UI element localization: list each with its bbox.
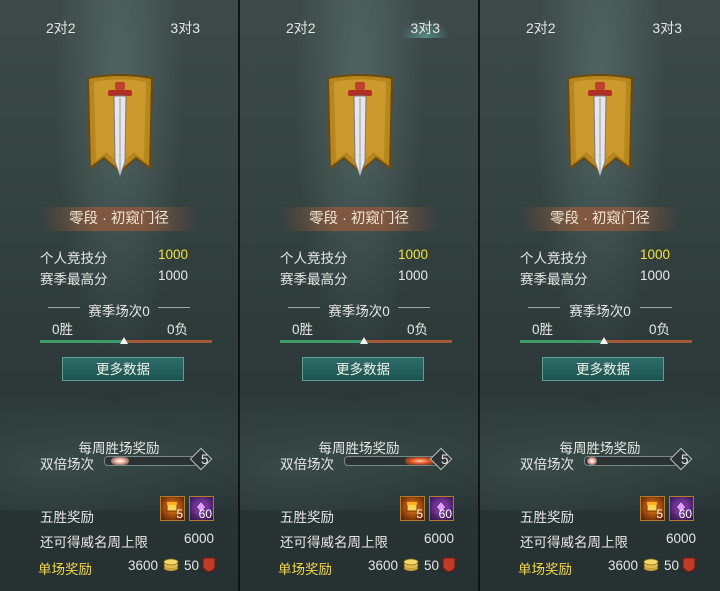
season-high-label: 赛季最高分 (280, 272, 348, 287)
double-matches-label: 双倍场次 (280, 457, 334, 472)
coin-stack-icon (163, 558, 179, 571)
double-matches-label: 双倍场次 (40, 457, 94, 472)
personal-score-value: 1000 (397, 247, 428, 262)
weekly-cap-value: 6000 (183, 531, 214, 546)
single-reward-value-1: 3600 (128, 558, 159, 573)
single-match-reward-label: 单场奖励 (278, 562, 332, 577)
wins-count: 0胜 (532, 322, 554, 337)
season-matches: 赛季场次0 (569, 304, 631, 319)
season-high-value: 1000 (157, 268, 188, 283)
personal-score-label: 个人竞技分 (280, 251, 348, 266)
mode-tabs: 2对2 3对3 (240, 0, 478, 46)
tab-3v3[interactable]: 3对3 (170, 18, 200, 38)
losses-count: 0负 (648, 322, 670, 337)
season-high-value: 1000 (397, 268, 428, 283)
single-reward-value-2: 50 (664, 558, 680, 573)
rank-banner-sword-icon (326, 74, 394, 178)
tab-2v2[interactable]: 2对2 (286, 18, 316, 38)
reward-item-purple[interactable]: 60 (189, 496, 214, 521)
reward-item-purple[interactable]: 60 (429, 496, 454, 521)
weekly-cap-value: 6000 (423, 531, 454, 546)
season-high-label: 赛季最高分 (40, 272, 108, 287)
more-data-button[interactable]: 更多数据 (542, 357, 664, 381)
personal-score-value: 1000 (157, 247, 188, 262)
personal-score-label: 个人竞技分 (40, 251, 108, 266)
reward-item-count: 60 (438, 507, 452, 521)
single-reward-value-2: 50 (184, 558, 200, 573)
five-win-reward-label: 五胜奖励 (40, 510, 94, 525)
season-matches: 赛季场次0 (328, 304, 390, 319)
arena-panel: 2对2 3对3 零段 · 初窥门径 个人竞技分 1000 赛季最高分 1000 … (0, 0, 240, 591)
rank-banner-sword-icon (566, 74, 634, 178)
arena-panel: 2对2 3对3 零段 · 初窥门径 个人竞技分 1000 赛季最高分 1000 … (240, 0, 480, 591)
reward-item-count: 5 (176, 507, 183, 521)
double-matches-count: 5 (441, 452, 449, 467)
reward-item-gold[interactable]: 5 (400, 496, 425, 521)
win-loss-marker (600, 337, 608, 344)
season-matches: 赛季场次0 (88, 304, 150, 319)
double-matches-bar (584, 456, 678, 466)
season-high-value: 1000 (639, 268, 670, 283)
double-bar-glow (587, 457, 597, 465)
tab-2v2[interactable]: 2对2 (46, 18, 76, 38)
double-matches-bar (104, 456, 198, 466)
losses-count: 0负 (406, 322, 428, 337)
double-matches-bar (344, 456, 438, 466)
double-bar-glow (111, 457, 129, 465)
mode-tabs: 2对2 3对3 (0, 0, 238, 46)
win-loss-marker (120, 337, 128, 344)
rank-title: 零段 · 初窥门径 (280, 207, 438, 231)
reward-item-purple[interactable]: 60 (669, 496, 694, 521)
coin-stack-icon (403, 558, 419, 571)
double-matches-label: 双倍场次 (520, 457, 574, 472)
rank-title: 零段 · 初窥门径 (40, 207, 198, 231)
weekly-cap-value: 6000 (665, 531, 696, 546)
more-data-button[interactable]: 更多数据 (302, 357, 424, 381)
double-matches-count: 5 (681, 452, 689, 467)
reward-item-gold[interactable]: 5 (640, 496, 665, 521)
single-match-reward-label: 单场奖励 (38, 562, 92, 577)
five-win-reward-label: 五胜奖励 (280, 510, 334, 525)
losses-count: 0负 (166, 322, 188, 337)
reward-item-count: 60 (678, 507, 692, 521)
wins-count: 0胜 (52, 322, 74, 337)
double-matches-count: 5 (201, 452, 209, 467)
reward-item-gold[interactable]: 5 (160, 496, 185, 521)
red-shield-icon (442, 557, 456, 573)
wins-count: 0胜 (292, 322, 314, 337)
red-shield-icon (682, 557, 696, 573)
single-reward-value-1: 3600 (368, 558, 399, 573)
red-shield-icon (202, 557, 216, 573)
tab-2v2[interactable]: 2对2 (526, 18, 556, 38)
reward-item-count: 5 (416, 507, 423, 521)
single-match-reward-label: 单场奖励 (518, 562, 572, 577)
reward-item-count: 60 (198, 507, 212, 521)
personal-score-label: 个人竞技分 (520, 251, 588, 266)
five-win-reward-label: 五胜奖励 (520, 510, 574, 525)
tab-3v3[interactable]: 3对3 (400, 18, 450, 38)
single-reward-value-2: 50 (424, 558, 440, 573)
more-data-button[interactable]: 更多数据 (62, 357, 184, 381)
single-reward-value-1: 3600 (608, 558, 639, 573)
weekly-cap-label: 还可得威名周上限 (280, 535, 388, 550)
season-high-label: 赛季最高分 (520, 272, 588, 287)
coin-stack-icon (643, 558, 659, 571)
win-loss-marker (360, 337, 368, 344)
tab-3v3[interactable]: 3对3 (652, 18, 682, 38)
weekly-cap-label: 还可得威名周上限 (520, 535, 628, 550)
arena-panel: 2对2 3对3 零段 · 初窥门径 个人竞技分 1000 赛季最高分 1000 … (480, 0, 720, 591)
weekly-cap-label: 还可得威名周上限 (40, 535, 148, 550)
mode-tabs: 2对2 3对3 (480, 0, 720, 46)
rank-banner-sword-icon (86, 74, 154, 178)
rank-title: 零段 · 初窥门径 (520, 207, 680, 231)
personal-score-value: 1000 (639, 247, 670, 262)
reward-item-count: 5 (656, 507, 663, 521)
